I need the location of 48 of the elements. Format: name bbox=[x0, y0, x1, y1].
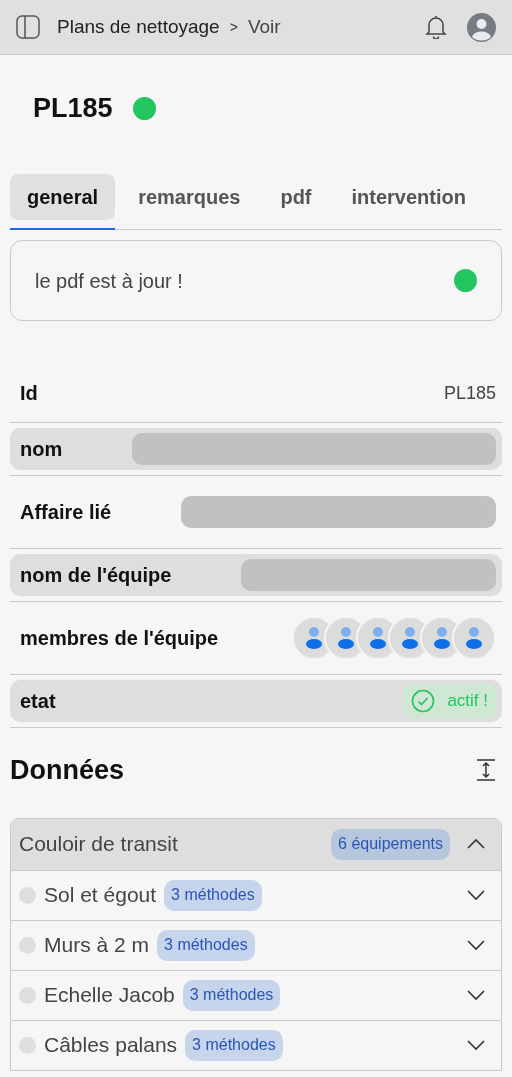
chevron-down-icon[interactable] bbox=[466, 939, 486, 951]
sidebar-toggle-icon[interactable] bbox=[16, 15, 40, 39]
status-badge: actif ! bbox=[403, 684, 496, 718]
pdf-status-text: le pdf est à jour ! bbox=[35, 268, 183, 294]
group-header[interactable]: Couloir de transit 6 équipements bbox=[11, 818, 501, 870]
breadcrumb-current: Voir bbox=[247, 14, 281, 39]
equipment-name: Sol et égout bbox=[44, 882, 157, 909]
equipment-row[interactable]: Murs à 2 m 3 méthodes bbox=[11, 919, 501, 970]
equipment-name: Câbles palans bbox=[44, 1032, 178, 1059]
person-icon bbox=[336, 626, 356, 650]
equipment-name: Echelle Jacob bbox=[44, 982, 175, 1009]
field-label: etat bbox=[20, 689, 56, 714]
field-label: Affaire lié bbox=[20, 500, 112, 525]
equipment-row[interactable]: Sol et égout 3 méthodes bbox=[11, 869, 501, 920]
field-label: membres de l'équipe bbox=[20, 626, 219, 651]
chevron-down-icon[interactable] bbox=[466, 889, 486, 901]
section-title: Données bbox=[10, 754, 125, 787]
equipment-name: Murs à 2 m bbox=[44, 932, 150, 959]
field-label: nom bbox=[20, 437, 63, 462]
field-label: Id bbox=[20, 381, 38, 406]
chevron-up-icon[interactable] bbox=[466, 838, 486, 850]
person-icon bbox=[368, 626, 388, 650]
tab[interactable]: pdf bbox=[263, 173, 329, 229]
person-icon bbox=[304, 626, 324, 650]
tab[interactable]: remarques bbox=[121, 173, 258, 229]
count-badge: 3 méthodes bbox=[164, 879, 262, 911]
expand-collapse-icon[interactable] bbox=[476, 758, 496, 783]
breadcrumb-separator: > bbox=[229, 17, 238, 37]
field-label: nom de l'équipe bbox=[20, 563, 172, 588]
tab[interactable]: intervention bbox=[334, 173, 483, 229]
user-avatar-icon[interactable] bbox=[467, 12, 496, 42]
count-badge: 3 méthodes bbox=[185, 1029, 283, 1061]
count-badge: 3 méthodes bbox=[157, 929, 255, 961]
equipment-row[interactable]: Echelle Jacob 3 méthodes bbox=[11, 969, 501, 1020]
check-circle-icon bbox=[411, 689, 436, 713]
count-badge: 6 équipements bbox=[331, 828, 450, 860]
page-title: PL185 bbox=[33, 92, 113, 126]
breadcrumb-link[interactable]: Plans de nettoyage bbox=[57, 12, 220, 42]
equipment-row[interactable]: Câbles palans 3 méthodes bbox=[11, 1019, 501, 1070]
person-icon bbox=[432, 626, 452, 650]
person-icon bbox=[400, 626, 420, 650]
group-name: Couloir de transit bbox=[19, 831, 178, 858]
person-icon bbox=[464, 626, 484, 650]
field-value: PL185 bbox=[443, 381, 496, 405]
chevron-down-icon[interactable] bbox=[466, 989, 486, 1001]
bell-icon[interactable] bbox=[425, 15, 447, 39]
chevron-down-icon[interactable] bbox=[466, 1039, 486, 1051]
count-badge: 3 méthodes bbox=[182, 979, 281, 1011]
